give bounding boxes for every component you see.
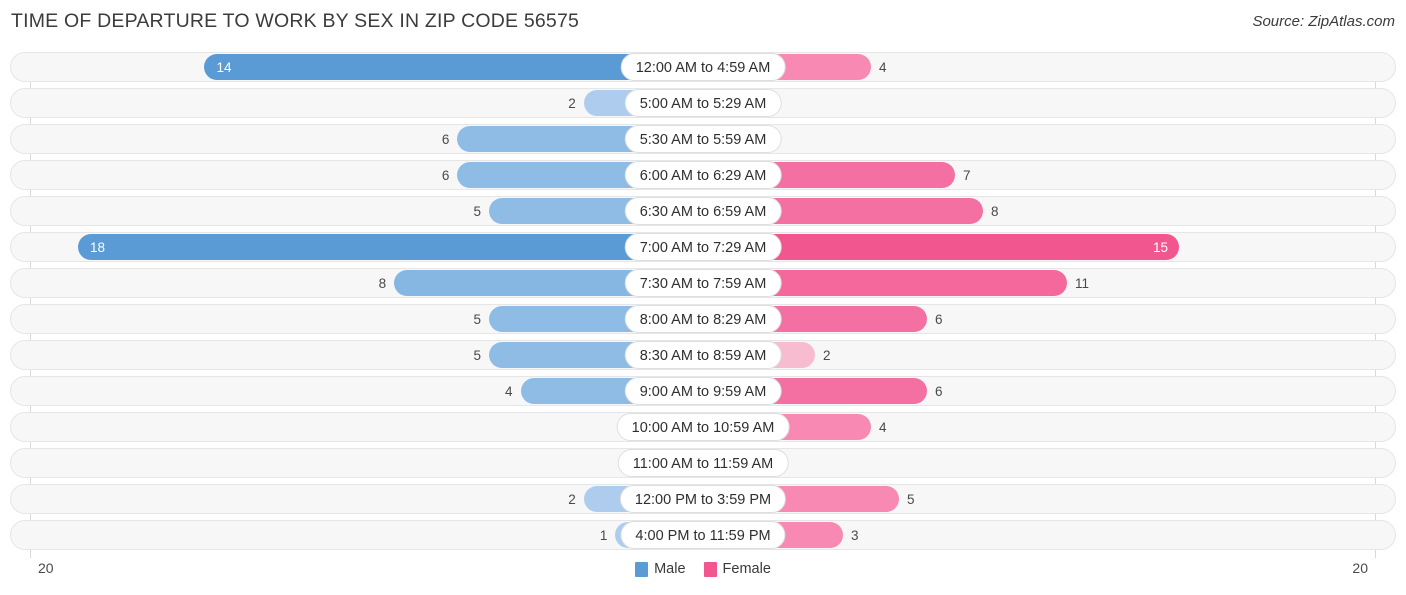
female-value-label: 4: [879, 59, 887, 75]
category-label: 9:00 AM to 9:59 AM: [624, 377, 782, 405]
male-value-label: 8: [378, 275, 387, 291]
male-value-label: 6: [441, 167, 450, 183]
category-label: 12:00 AM to 4:59 AM: [620, 53, 786, 81]
category-label: 8:00 AM to 8:29 AM: [624, 305, 782, 333]
chart-plot-area: 14412:00 AM to 4:59 AM205:00 AM to 5:29 …: [0, 44, 1406, 558]
female-value-label: 7: [963, 167, 971, 183]
category-label: 10:00 AM to 10:59 AM: [616, 413, 790, 441]
chart-footer: 20 20 Male Female: [0, 556, 1406, 595]
male-value-label: 18: [90, 239, 106, 255]
source-attribution: Source: ZipAtlas.com: [1252, 13, 1395, 30]
legend-item-male[interactable]: Male: [635, 561, 686, 577]
chart-row: 18 15 7:00 AM to 7:29 AM: [0, 232, 1406, 262]
female-value-label: 2: [823, 347, 831, 363]
male-value-label: 14: [216, 59, 232, 75]
chart-row: 1 3 4:00 PM to 11:59 PM: [0, 520, 1406, 550]
category-label: 7:00 AM to 7:29 AM: [624, 233, 782, 261]
male-value-label: 5: [473, 311, 481, 327]
chart-row: 5 2 8:30 AM to 8:59 AM: [0, 340, 1406, 370]
male-value-label: 2: [568, 491, 576, 507]
chart-row: 5 6 8:00 AM to 8:29 AM: [0, 304, 1406, 334]
category-label: 5:00 AM to 5:29 AM: [624, 89, 782, 117]
legend-label: Male: [654, 561, 686, 577]
category-label: 7:30 AM to 7:59 AM: [624, 269, 782, 297]
male-value-label: 5: [473, 203, 481, 219]
legend-swatch-icon: [635, 561, 649, 577]
chart-row: 605:30 AM to 5:59 AM: [0, 124, 1406, 154]
chart-row: 8 11 7:30 AM to 7:59 AM: [0, 268, 1406, 298]
chart-row: 14 4 12:00 AM to 4:59 AM: [0, 52, 1406, 82]
category-label: 6:30 AM to 6:59 AM: [624, 197, 782, 225]
female-value-label: 5: [907, 491, 915, 507]
category-label: 5:30 AM to 5:59 AM: [624, 125, 782, 153]
male-bar[interactable]: [78, 234, 703, 260]
male-value-label: 2: [568, 95, 576, 111]
male-value-label: 6: [441, 131, 450, 147]
category-label: 12:00 PM to 3:59 PM: [619, 485, 787, 513]
female-value-label: 3: [851, 527, 859, 543]
chart-header: TIME OF DEPARTURE TO WORK BY SEX IN ZIP …: [0, 0, 1406, 44]
category-label: 8:30 AM to 8:59 AM: [624, 341, 782, 369]
category-label: 6:00 AM to 6:29 AM: [624, 161, 782, 189]
chart-row: 0410:00 AM to 10:59 AM: [0, 412, 1406, 442]
chart-row: 5 8 6:30 AM to 6:59 AM: [0, 196, 1406, 226]
legend-item-female[interactable]: Female: [703, 561, 771, 577]
chart-rows: 14412:00 AM to 4:59 AM205:00 AM to 5:29 …: [0, 52, 1406, 556]
legend-label: Female: [722, 561, 771, 577]
male-value-label: 5: [473, 347, 481, 363]
female-value-label: 8: [991, 203, 999, 219]
female-value-label: 11: [1075, 275, 1090, 291]
chart-row: 4 6 9:00 AM to 9:59 AM: [0, 376, 1406, 406]
legend-swatch-icon: [703, 561, 717, 577]
female-value-label: 4: [879, 419, 887, 435]
chart-row: 6 7 6:00 AM to 6:29 AM: [0, 160, 1406, 190]
female-value-label: 6: [935, 383, 943, 399]
chart-legend: Male Female: [0, 561, 1406, 577]
chart-row: 205:00 AM to 5:29 AM: [0, 88, 1406, 118]
chart-row: 2 5 12:00 PM to 3:59 PM: [0, 484, 1406, 514]
category-label: 4:00 PM to 11:59 PM: [620, 521, 786, 549]
chart-row: 0011:00 AM to 11:59 AM: [0, 448, 1406, 478]
page-title: TIME OF DEPARTURE TO WORK BY SEX IN ZIP …: [11, 10, 580, 32]
male-value-label: 4: [505, 383, 513, 399]
male-value-label: 1: [599, 527, 608, 543]
category-label: 11:00 AM to 11:59 AM: [617, 449, 789, 477]
female-value-label: 15: [1153, 239, 1169, 255]
female-value-label: 6: [935, 311, 943, 327]
